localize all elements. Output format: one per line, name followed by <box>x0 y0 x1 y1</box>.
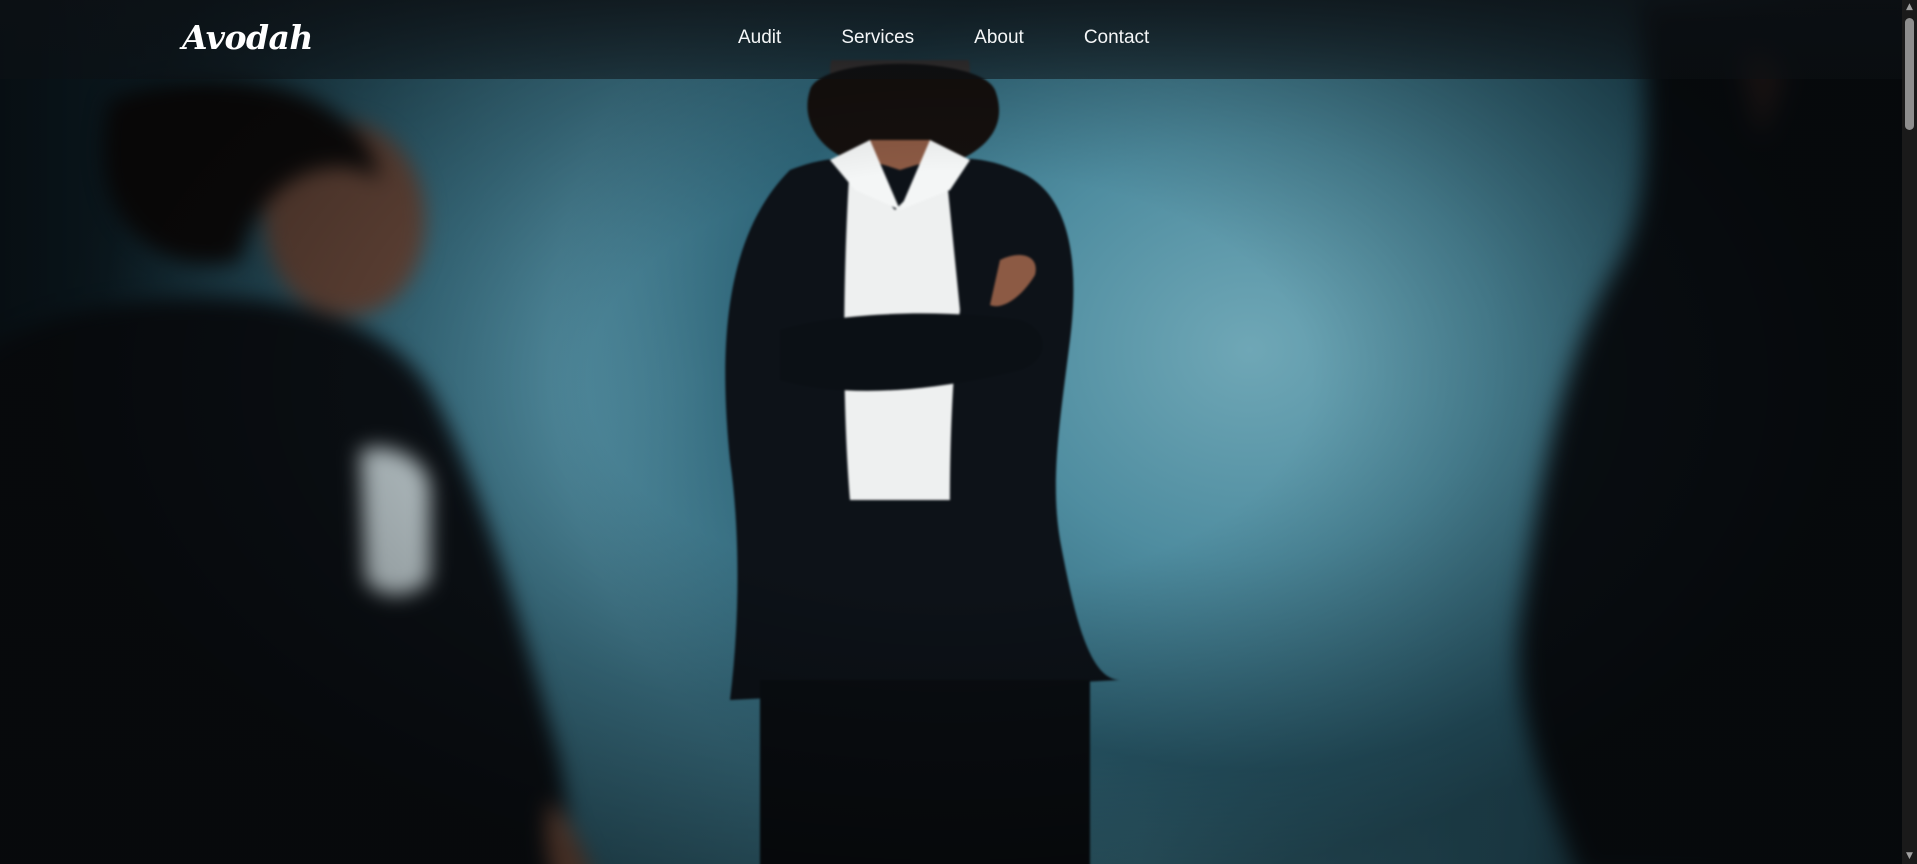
nav-link-about[interactable]: About <box>974 27 1024 49</box>
triangle-down-icon[interactable]: ▼ <box>1902 849 1917 864</box>
nav-link-services[interactable]: Services <box>841 27 914 49</box>
scrollbar-thumb[interactable] <box>1905 18 1914 130</box>
hero-image <box>0 0 1902 864</box>
nav-menu: Audit Services About Contact <box>738 27 1209 49</box>
top-navigation-bar: Avodah Audit Services About Contact <box>0 0 1902 79</box>
triangle-up-icon[interactable]: ▲ <box>1902 0 1917 15</box>
avodah-logo[interactable]: Avodah <box>182 18 313 57</box>
nav-link-contact[interactable]: Contact <box>1084 27 1149 49</box>
nav-link-audit[interactable]: Audit <box>738 27 781 49</box>
vertical-scrollbar[interactable]: ▲ ▼ <box>1902 0 1917 864</box>
page: Avodah Audit Services About Contact ▲ ▼ <box>0 0 1917 864</box>
hero-vignette <box>0 0 1902 864</box>
